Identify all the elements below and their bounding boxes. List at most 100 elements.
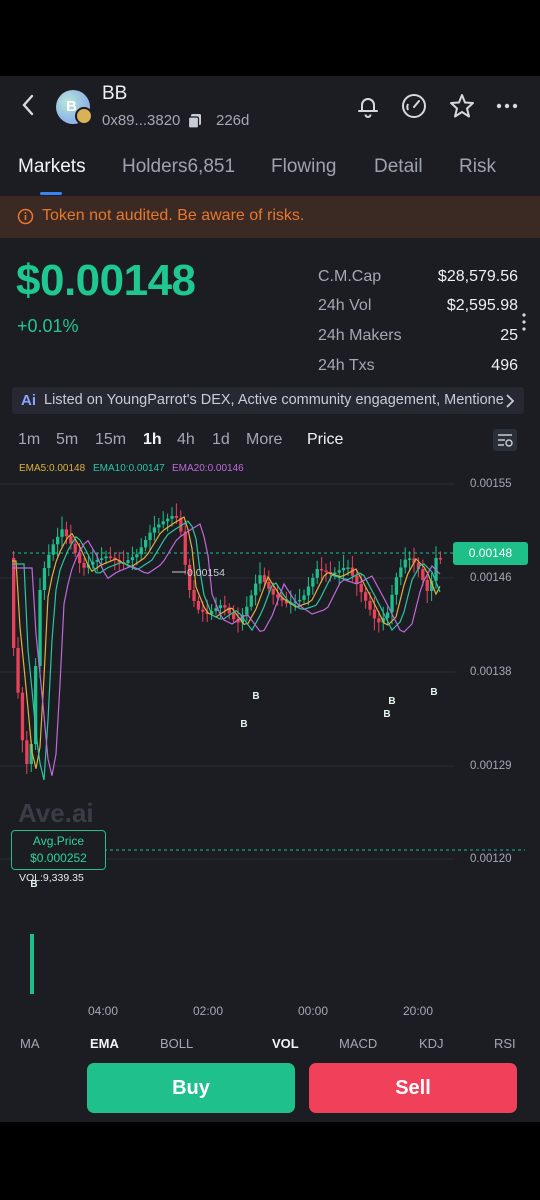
buy-button[interactable]: Buy: [87, 1063, 295, 1113]
candle-body: [311, 577, 315, 587]
candle-body: [51, 544, 55, 555]
candle-body: [403, 559, 407, 568]
tab-detail[interactable]: Detail: [374, 156, 423, 178]
chevron-right-icon: [506, 394, 515, 408]
timeframe-4h[interactable]: 4h: [177, 431, 195, 449]
bell-icon[interactable]: [354, 92, 382, 120]
token-avatar: B: [56, 90, 93, 125]
candle-body: [126, 560, 130, 564]
candle-body: [298, 599, 302, 602]
candle-body: [82, 563, 86, 568]
trade-action-bar: Buy Sell: [0, 1048, 540, 1122]
candle-body: [232, 613, 236, 620]
candle-body: [390, 594, 394, 613]
gauge-icon[interactable]: [400, 92, 428, 120]
candle-body: [161, 521, 165, 525]
candle-body: [157, 524, 161, 528]
ai-logo-icon: Ai: [21, 392, 36, 409]
current-price-tag: 0.00148: [453, 542, 528, 565]
candle-body: [183, 531, 187, 565]
candle-body: [174, 515, 179, 518]
dropdown-icon: [346, 437, 354, 443]
candle-body: [201, 609, 205, 612]
timeframe-more[interactable]: More: [246, 431, 293, 449]
token-name: BB: [102, 83, 128, 104]
candle-body: [372, 609, 377, 619]
candle-body: [148, 532, 152, 540]
candle-body: [262, 575, 267, 582]
stat-label-vol: 24h Vol: [318, 297, 372, 314]
candle-body: [359, 583, 363, 593]
timeframe-5m[interactable]: 5m: [56, 431, 78, 449]
candle-body: [267, 582, 271, 589]
candle-body: [394, 577, 399, 595]
candle-body: [254, 583, 258, 596]
candle-body: [60, 529, 64, 537]
timeframe-1d[interactable]: 1d: [212, 431, 230, 449]
candle-body: [315, 569, 319, 578]
avg-price-value: $0.000252: [30, 851, 87, 865]
more-options-icon[interactable]: [493, 92, 521, 120]
candle-body: [104, 556, 108, 559]
token-age: 226d: [216, 112, 250, 129]
buy-marker: B: [240, 719, 247, 730]
token-address[interactable]: 0x89...3820: [102, 112, 180, 129]
indicator-settings-icon[interactable]: [493, 429, 517, 451]
candle-body: [100, 558, 104, 560]
candle-body: [20, 692, 25, 741]
candle-body: [324, 570, 328, 572]
tab-holders[interactable]: Holders6,851: [122, 156, 235, 178]
warning-text: Token not audited. Be aware of risks.: [42, 207, 305, 224]
candle-body: [245, 606, 249, 615]
tab-flowing[interactable]: Flowing: [271, 156, 336, 178]
volume-label: VOL:9,339.35: [19, 872, 84, 884]
candle-body: [368, 600, 372, 610]
tab-risk[interactable]: Risk: [459, 156, 496, 178]
candle-body: [196, 601, 201, 610]
volume-bar: [30, 934, 34, 994]
current-price: $0.00148: [16, 256, 196, 305]
ai-summary-bar[interactable]: Ai Listed on YoungParrot's DEX, Active c…: [12, 387, 524, 414]
price-mode-label: Price: [307, 431, 344, 448]
timeframe-1h[interactable]: 1h: [143, 431, 162, 449]
candle-body: [223, 605, 227, 608]
ema10-label: EMA10:0.00147: [93, 463, 165, 474]
candle-body: [425, 580, 429, 591]
candle-body: [47, 554, 51, 568]
stat-value-mcap: $28,579.56: [437, 268, 518, 285]
candle-body: [12, 558, 16, 648]
timeframe-1m[interactable]: 1m: [18, 431, 40, 449]
candle-body: [421, 569, 425, 580]
price-mode-select[interactable]: Price: [307, 431, 354, 449]
stat-value-txs: 496: [491, 357, 518, 374]
tab-markets[interactable]: Markets: [18, 156, 86, 178]
star-icon[interactable]: [448, 92, 476, 120]
stat-label-makers: 24h Makers: [318, 327, 402, 344]
stat-label-mcap: C.M.Cap: [318, 268, 382, 285]
candle-body: [139, 547, 143, 555]
candle-body: [337, 570, 341, 573]
candle-body: [399, 567, 403, 578]
token-detail-screen: B BB 0x89...3820 226d Markets Holders6,8…: [0, 76, 540, 1122]
buy-marker: B: [383, 709, 390, 720]
candle-body: [346, 567, 350, 569]
x-tick-label: 20:00: [403, 1004, 434, 1018]
copy-icon[interactable]: [187, 113, 203, 129]
buy-marker: B: [430, 687, 437, 698]
timeframe-15m[interactable]: 15m: [95, 431, 126, 449]
candle-body: [56, 536, 60, 545]
avg-price-box: Avg.Price $0.000252: [11, 830, 106, 870]
x-tick-label: 04:00: [88, 1004, 119, 1018]
candle-body: [25, 740, 29, 764]
stats-more-icon[interactable]: [521, 312, 527, 332]
sell-button[interactable]: Sell: [309, 1063, 517, 1113]
ai-summary-text: Listed on YoungParrot's DEX, Active comm…: [44, 392, 504, 408]
back-icon[interactable]: [14, 90, 44, 120]
x-tick-label: 02:00: [193, 1004, 224, 1018]
candle-body: [306, 586, 311, 596]
candle-body: [144, 540, 148, 548]
candle-body: [108, 556, 113, 558]
candle-body: [166, 518, 170, 522]
y-tick-label: 0.00138: [470, 666, 512, 678]
buy-marker: B: [388, 696, 395, 707]
